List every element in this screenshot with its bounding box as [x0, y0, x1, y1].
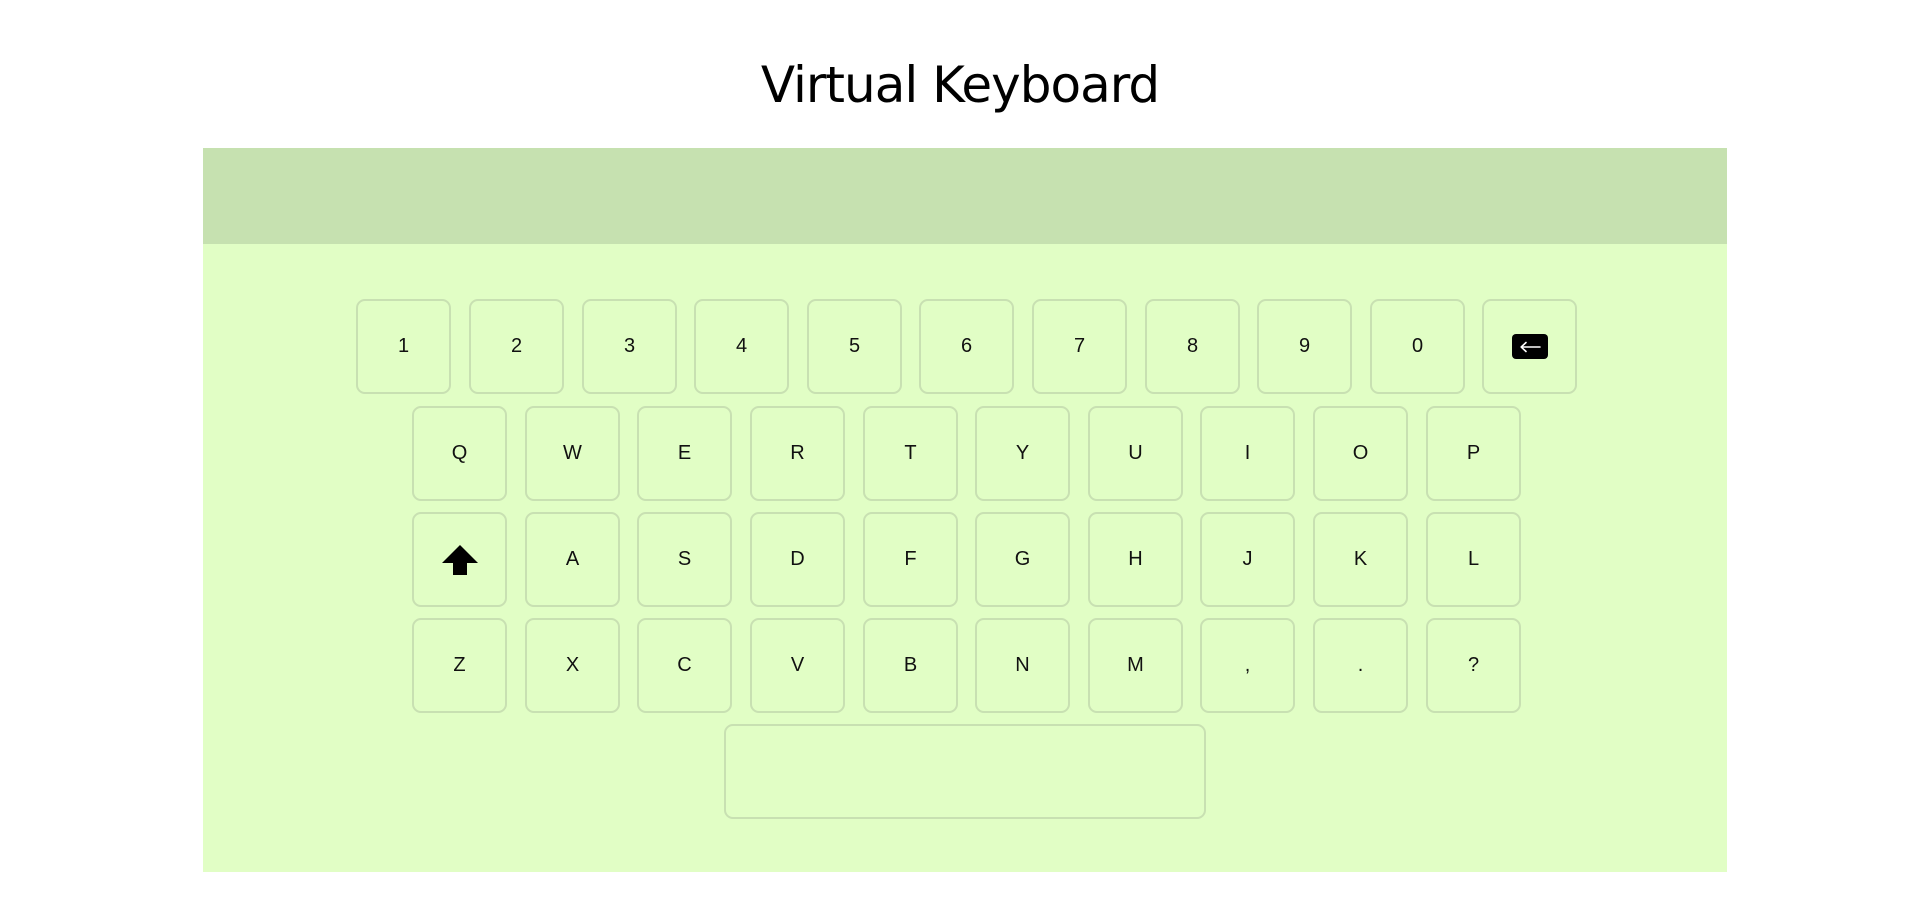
key-q[interactable]: Q — [412, 406, 507, 501]
key-8[interactable]: 8 — [1145, 299, 1240, 394]
backspace-key[interactable] — [1482, 299, 1577, 394]
key-period[interactable]: . — [1313, 618, 1408, 713]
space-key[interactable] — [724, 724, 1206, 819]
key-l[interactable]: L — [1426, 512, 1521, 607]
key-6[interactable]: 6 — [919, 299, 1014, 394]
key-i[interactable]: I — [1200, 406, 1295, 501]
key-0[interactable]: 0 — [1370, 299, 1465, 394]
backspace-arrow-icon — [1511, 334, 1548, 359]
key-f[interactable]: F — [863, 512, 958, 607]
key-question-mark[interactable]: ? — [1426, 618, 1521, 713]
key-z[interactable]: Z — [412, 618, 507, 713]
key-7[interactable]: 7 — [1032, 299, 1127, 394]
key-j[interactable]: J — [1200, 512, 1295, 607]
key-h[interactable]: H — [1088, 512, 1183, 607]
key-s[interactable]: S — [637, 512, 732, 607]
key-d[interactable]: D — [750, 512, 845, 607]
page-title: Virtual Keyboard — [760, 56, 1160, 114]
key-p[interactable]: P — [1426, 406, 1521, 501]
key-x[interactable]: X — [525, 618, 620, 713]
key-g[interactable]: G — [975, 512, 1070, 607]
key-1[interactable]: 1 — [356, 299, 451, 394]
key-w[interactable]: W — [525, 406, 620, 501]
key-e[interactable]: E — [637, 406, 732, 501]
key-t[interactable]: T — [863, 406, 958, 501]
key-m[interactable]: M — [1088, 618, 1183, 713]
key-v[interactable]: V — [750, 618, 845, 713]
key-3[interactable]: 3 — [582, 299, 677, 394]
shift-arrow-up-icon — [441, 544, 478, 575]
key-5[interactable]: 5 — [807, 299, 902, 394]
keyboard-panel: 1 2 3 4 5 6 7 8 9 0 Q W E R T Y U I O P … — [203, 148, 1727, 872]
key-9[interactable]: 9 — [1257, 299, 1352, 394]
text-display[interactable] — [203, 148, 1727, 244]
key-c[interactable]: C — [637, 618, 732, 713]
key-k[interactable]: K — [1313, 512, 1408, 607]
key-y[interactable]: Y — [975, 406, 1070, 501]
key-b[interactable]: B — [863, 618, 958, 713]
key-r[interactable]: R — [750, 406, 845, 501]
key-4[interactable]: 4 — [694, 299, 789, 394]
key-n[interactable]: N — [975, 618, 1070, 713]
key-a[interactable]: A — [525, 512, 620, 607]
key-2[interactable]: 2 — [469, 299, 564, 394]
key-u[interactable]: U — [1088, 406, 1183, 501]
key-o[interactable]: O — [1313, 406, 1408, 501]
shift-key[interactable] — [412, 512, 507, 607]
key-comma[interactable]: , — [1200, 618, 1295, 713]
